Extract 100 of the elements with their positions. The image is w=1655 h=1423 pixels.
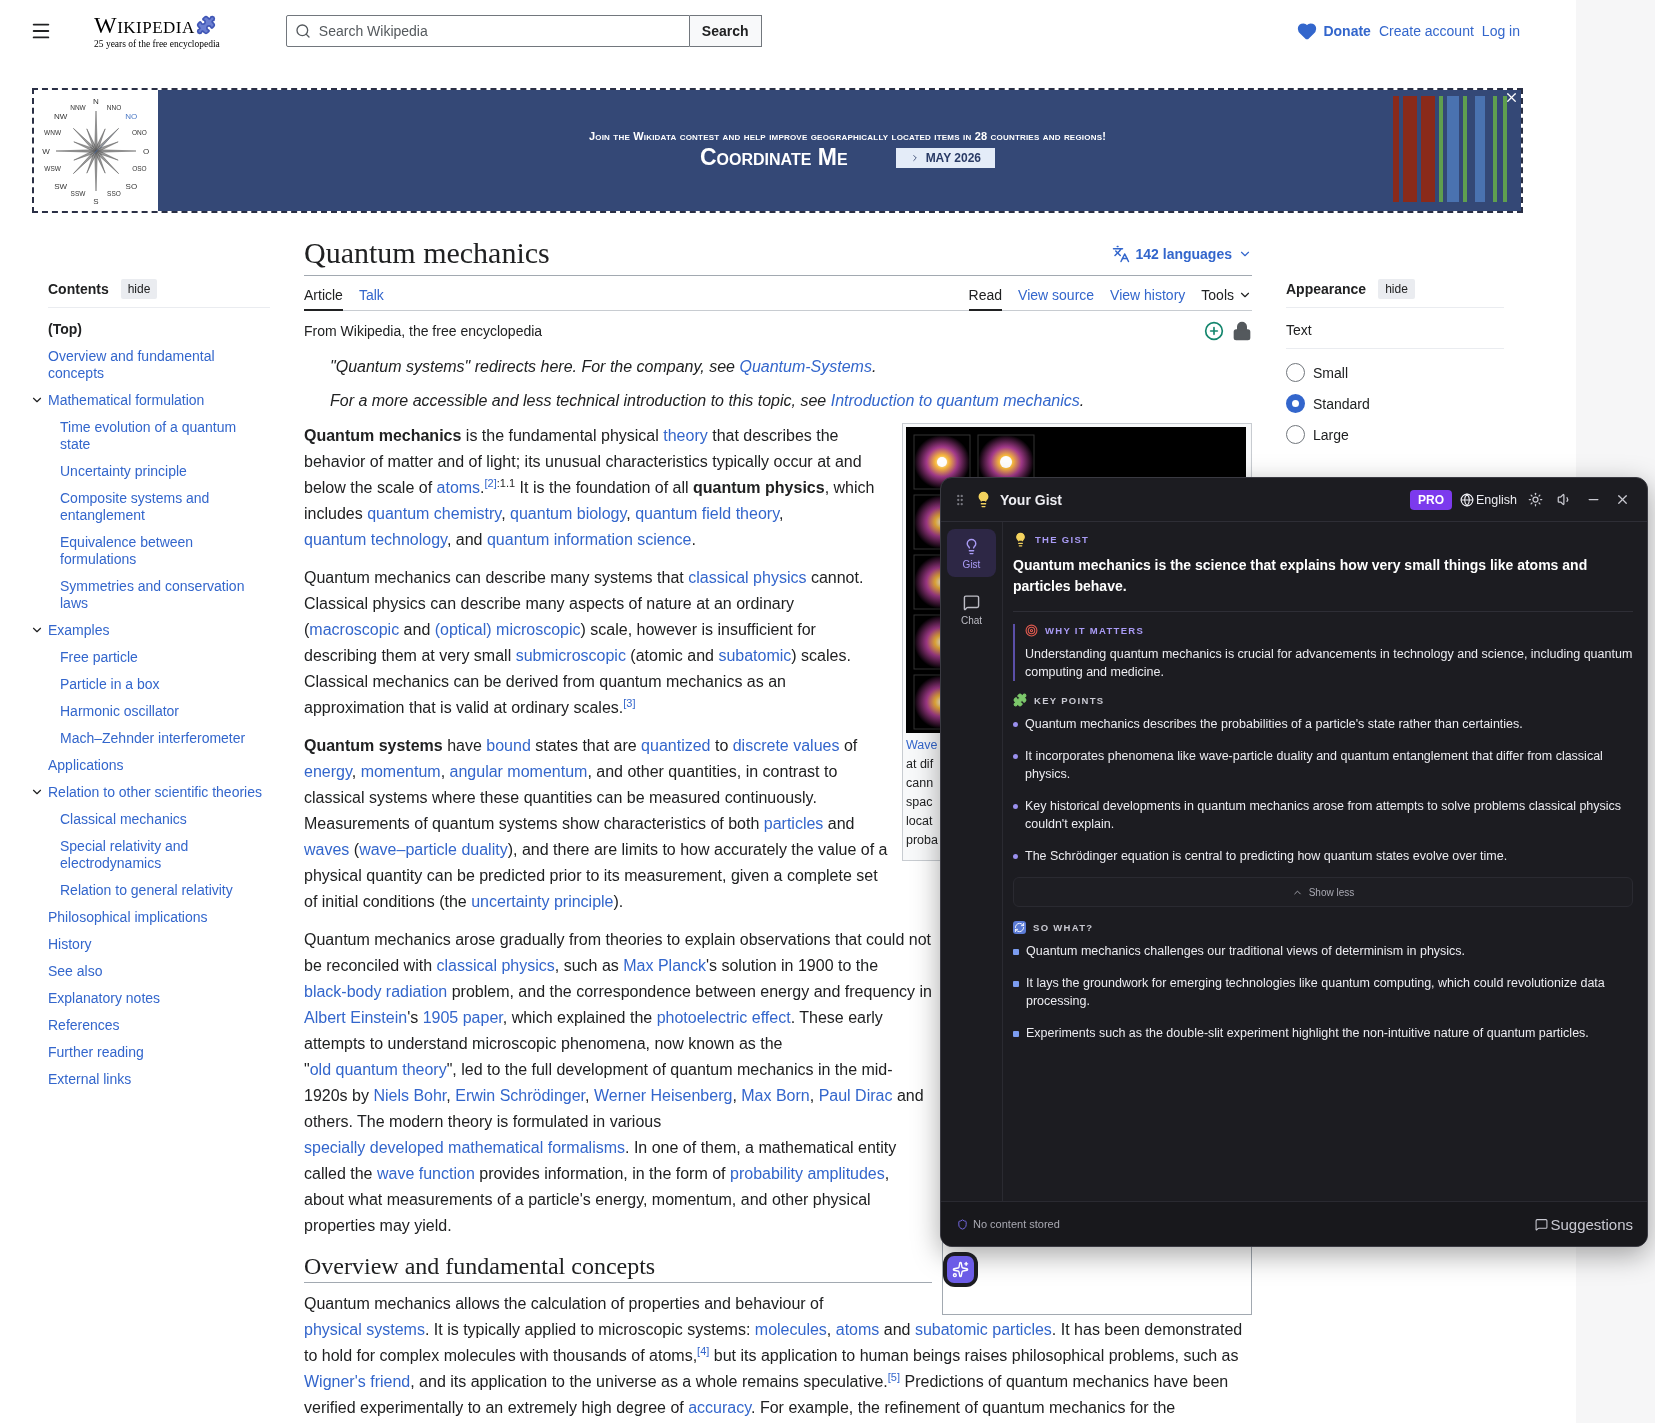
article-link[interactable]: energy (304, 763, 352, 780)
citation-link[interactable]: [4] (697, 1344, 710, 1357)
rail-tab[interactable]: Chat (947, 585, 996, 633)
show-less-button[interactable]: Show less (1013, 877, 1633, 907)
search-field[interactable]: Search Wikipedia (285, 15, 690, 47)
article-link[interactable]: Niels Bohr (373, 1087, 447, 1104)
suggestions-button[interactable]: Suggestions (1535, 1215, 1633, 1233)
toc-link[interactable]: Equivalence between formulations (60, 534, 270, 568)
article-link[interactable]: bound (486, 737, 531, 754)
date-button[interactable]: MAY 2026 (895, 147, 995, 168)
article-link[interactable]: physical systems (304, 1321, 425, 1338)
radio-button[interactable] (1286, 394, 1305, 413)
assistant-button[interactable] (943, 1252, 978, 1287)
wikipedia-logo[interactable]: Wikipedia 25 years of the free encyclopedia (94, 13, 220, 49)
citation-link[interactable]: [2] (484, 476, 497, 489)
plus-circle-icon[interactable] (1204, 321, 1224, 341)
article-link[interactable]: Introduction to quantum mechanics (830, 392, 1080, 409)
hide-button[interactable]: hide (120, 279, 158, 299)
article-link[interactable]: particles (763, 815, 824, 832)
search-button[interactable]: Search (689, 15, 762, 47)
article-link[interactable]: Max Born (741, 1087, 810, 1104)
article-link[interactable]: quantum field theory (635, 505, 779, 522)
article-link[interactable]: subatomic particles (914, 1321, 1052, 1338)
toc-link[interactable]: Particle in a box (60, 676, 160, 693)
toc-link[interactable]: Composite systems and entanglement (60, 490, 270, 524)
toc-link[interactable]: (Top) (48, 321, 82, 338)
article-link[interactable]: waves (304, 841, 350, 858)
toc-link[interactable]: Symmetries and conservation laws (60, 578, 270, 612)
header-link[interactable]: Create account (1378, 23, 1474, 39)
article-link[interactable]: 1905 paper (422, 1009, 503, 1026)
view-tab[interactable]: Read (968, 282, 1003, 311)
toc-link[interactable]: Relation to general relativity (60, 882, 233, 899)
view-tab[interactable]: View source (1018, 282, 1095, 311)
hide-button[interactable]: hide (1378, 279, 1415, 299)
article-link[interactable]: quantum information science (486, 531, 692, 548)
tools-menu[interactable]: Tools (1201, 282, 1252, 310)
article-link[interactable]: Quantum-Systems (739, 358, 872, 375)
article-link[interactable]: Erwin Schrödinger (455, 1087, 586, 1104)
page-tab[interactable]: Article (304, 282, 343, 311)
toc-link[interactable]: Special relativity and electrodynamics (60, 838, 270, 872)
citation-link[interactable]: [5] (887, 1370, 901, 1383)
article-link[interactable]: (optical) microscopic (434, 621, 581, 638)
article-link[interactable]: uncertainty principle (471, 893, 614, 910)
article-link[interactable]: Paul Dirac (818, 1087, 893, 1104)
language-picker[interactable]: English (1460, 492, 1517, 507)
toc-link[interactable]: History (48, 936, 92, 953)
toc-link[interactable]: Philosophical implications (48, 909, 208, 926)
toc-link[interactable]: Explanatory notes (48, 990, 161, 1007)
article-link[interactable]: quantum chemistry (367, 505, 502, 522)
article-link[interactable]: Max Planck (623, 957, 706, 974)
toc-link[interactable]: Mach–Zehnder interferometer (60, 730, 246, 747)
article-link[interactable]: black-body radiation (304, 983, 448, 1000)
citation-link[interactable]: [3] (623, 696, 636, 709)
page-tab[interactable]: Talk (358, 282, 384, 311)
article-link[interactable]: submicroscopic (515, 647, 626, 664)
article-link[interactable]: Albert Einstein (304, 1009, 408, 1026)
toc-link[interactable]: Relation to other scientific theories (48, 784, 262, 801)
toc-link[interactable]: External links (48, 1071, 132, 1088)
toc-link[interactable]: Applications (48, 757, 124, 774)
toc-link[interactable]: Examples (48, 622, 110, 639)
rail-tab[interactable]: Gist (947, 529, 996, 577)
view-tab[interactable]: View history (1110, 282, 1186, 311)
languages-button[interactable]: 142 languages (1111, 245, 1252, 271)
article-link[interactable]: momentum (360, 763, 441, 780)
article-link[interactable]: wave function (376, 1165, 475, 1182)
toc-link[interactable]: Time evolution of a quantum state (60, 419, 270, 453)
toc-link[interactable]: References (48, 1017, 120, 1034)
toc-link[interactable]: Uncertainty principle (60, 463, 187, 480)
toc-link[interactable]: Harmonic oscillator (60, 703, 180, 720)
article-link[interactable]: quantized (641, 737, 711, 754)
close-icon[interactable] (1504, 90, 1519, 105)
toc-link[interactable]: Free particle (60, 649, 138, 666)
article-link[interactable]: atoms (835, 1321, 880, 1338)
article-link[interactable]: subatomic (718, 647, 792, 664)
radio-button[interactable] (1286, 363, 1305, 382)
article-link[interactable]: quantum technology (304, 531, 447, 548)
article-link[interactable]: discrete values (732, 737, 840, 754)
toc-link[interactable]: Mathematical formulation (48, 392, 205, 409)
article-link[interactable]: macroscopic (309, 621, 400, 638)
article-link[interactable]: photoelectric effect (656, 1009, 791, 1026)
header-link[interactable]: Log in (1481, 23, 1520, 39)
article-link[interactable]: molecules (754, 1321, 827, 1338)
caption-text[interactable]: Wave (906, 736, 938, 755)
article-link[interactable]: quantum biology (510, 505, 627, 522)
radio-button[interactable] (1286, 425, 1305, 444)
toc-link[interactable]: Further reading (48, 1044, 144, 1061)
donate-link[interactable]: Donate (1297, 21, 1371, 41)
article-link[interactable]: angular momentum (449, 763, 588, 780)
toc-link[interactable]: Classical mechanics (60, 811, 187, 828)
article-link[interactable]: old quantum theory (309, 1061, 447, 1078)
article-link[interactable]: accuracy (688, 1399, 752, 1416)
article-link[interactable]: theory (663, 427, 708, 444)
article-link[interactable]: classical physics (436, 957, 555, 974)
article-link[interactable]: wave–particle duality (359, 841, 508, 858)
article-link[interactable]: probability amplitudes (730, 1165, 885, 1182)
article-link[interactable]: Werner Heisenberg (593, 1087, 733, 1104)
toc-link[interactable]: Overview and fundamental concepts (48, 348, 270, 382)
article-link[interactable]: classical physics (688, 569, 807, 586)
toc-link[interactable]: See also (48, 963, 103, 980)
article-link[interactable]: Wigner's friend (304, 1373, 411, 1390)
